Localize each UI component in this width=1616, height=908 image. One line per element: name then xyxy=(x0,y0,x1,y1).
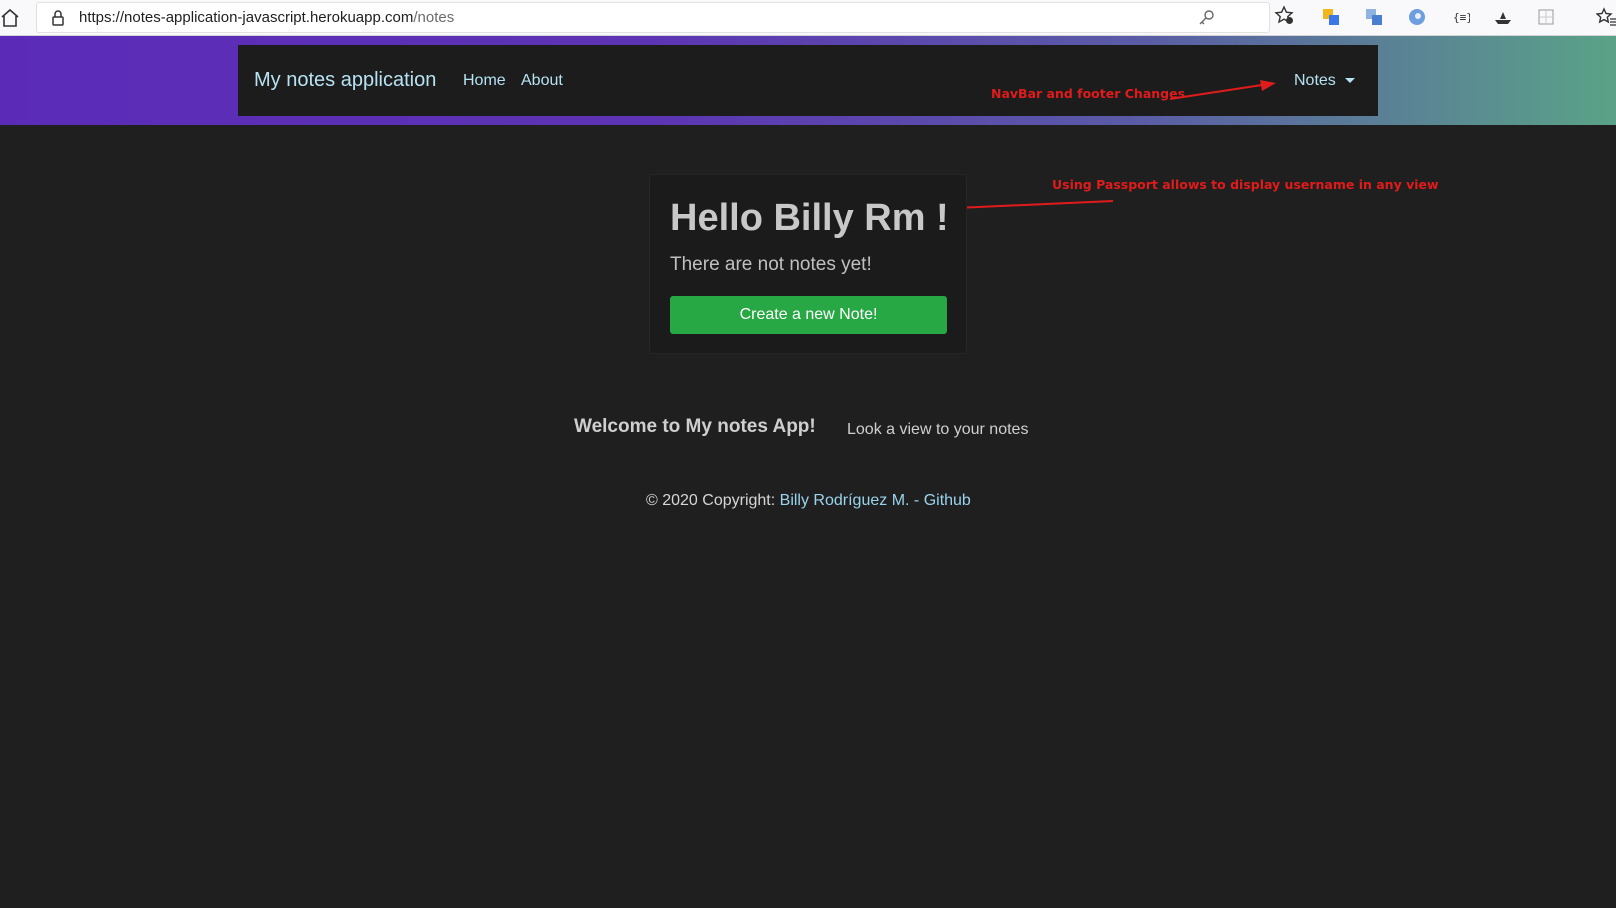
annotation-passport: Using Passport allows to display usernam… xyxy=(1052,177,1439,192)
url-host: https://notes-application-javascript.her… xyxy=(79,9,414,26)
address-bar[interactable]: https://notes-application-javascript.her… xyxy=(36,2,1270,33)
annotation-navbar: NavBar and footer Changes xyxy=(991,86,1186,101)
github-link[interactable]: Github xyxy=(924,492,971,509)
translate-alt-icon[interactable] xyxy=(1365,8,1383,26)
footer-subtitle: Look a view to your notes xyxy=(847,421,1029,438)
home-icon[interactable] xyxy=(0,7,20,29)
annotation-arrows xyxy=(920,80,1276,214)
empty-notes-text: There are not notes yet! xyxy=(670,254,872,275)
boat-icon[interactable] xyxy=(1494,8,1512,26)
url-path: /notes xyxy=(413,9,455,26)
url-text[interactable]: https://notes-application-javascript.her… xyxy=(79,9,454,26)
copyright: © 2020 Copyright: Billy Rodríguez M. - G… xyxy=(646,492,971,510)
navbar-brand[interactable]: My notes application xyxy=(254,69,436,92)
nav-link-home[interactable]: Home xyxy=(463,72,506,90)
json-icon[interactable]: {≡} xyxy=(1452,8,1470,26)
caret-down-icon[interactable] xyxy=(1345,78,1355,83)
svg-text:{≡}: {≡} xyxy=(1453,11,1470,24)
greeting-card: Hello Billy Rm ! There are not notes yet… xyxy=(649,174,967,354)
lock-icon[interactable] xyxy=(51,9,65,27)
browser-toolbar: https://notes-application-javascript.her… xyxy=(0,0,1616,36)
create-note-button[interactable]: Create a new Note! xyxy=(670,296,947,334)
firefox-icon[interactable] xyxy=(1408,8,1426,26)
greeting-title: Hello Billy Rm ! xyxy=(670,197,949,239)
navbar: My notes application Home About Notes xyxy=(238,45,1378,116)
nav-link-about[interactable]: About xyxy=(521,72,563,90)
author-link[interactable]: Billy Rodríguez M. xyxy=(780,492,910,509)
translate-icon[interactable] xyxy=(1322,8,1340,26)
notes-dropdown[interactable]: Notes xyxy=(1294,72,1336,90)
footer-title: Welcome to My notes App! xyxy=(574,416,816,437)
header-band: My notes application Home About Notes xyxy=(0,36,1616,125)
grid-icon[interactable] xyxy=(1537,8,1555,26)
star-add-icon[interactable] xyxy=(1274,5,1294,25)
favorites-icon[interactable] xyxy=(1596,7,1616,27)
copyright-separator: - xyxy=(909,492,924,509)
copyright-prefix: © 2020 Copyright: xyxy=(646,492,780,509)
key-icon[interactable] xyxy=(1197,9,1215,27)
